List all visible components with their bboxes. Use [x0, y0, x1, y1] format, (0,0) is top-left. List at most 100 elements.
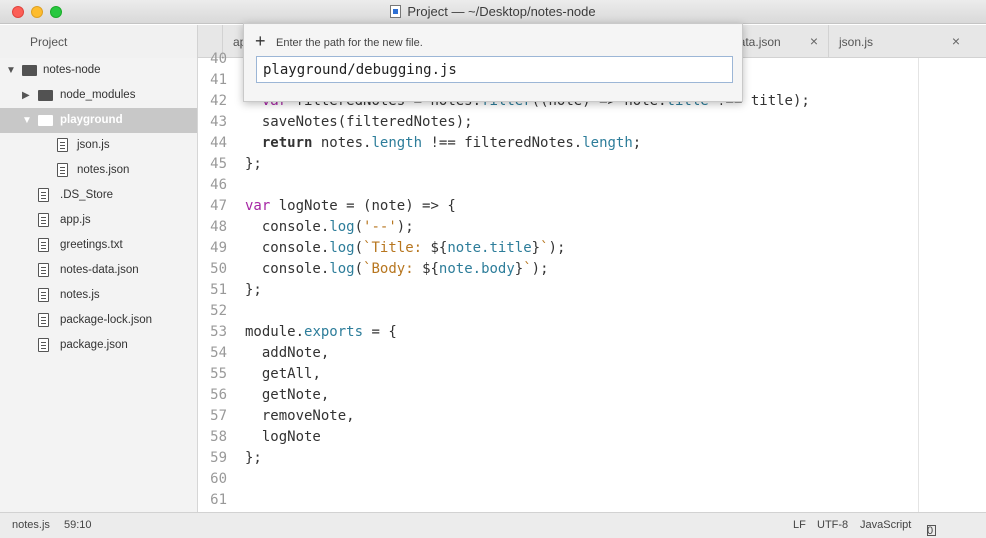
code-line[interactable]: 50 console.log(`Body: ${note.body}`); — [199, 259, 986, 280]
tree-file-notes-js[interactable]: notes.js — [0, 283, 197, 308]
code-line[interactable]: 53 module.exports = { — [199, 322, 986, 343]
code-text[interactable]: return notes.length !== filteredNotes.le… — [245, 133, 641, 154]
code-text[interactable]: logNote — [245, 427, 321, 448]
code-line[interactable]: 48 console.log('--'); — [199, 217, 986, 238]
tab-project[interactable]: Project — [0, 25, 198, 58]
line-number: 60 — [210, 471, 227, 487]
code-line[interactable]: 59}; — [199, 448, 986, 469]
code-line[interactable]: 58 logNote — [199, 427, 986, 448]
tree-folder-playground[interactable]: ▼ playground — [0, 108, 197, 133]
code-text[interactable]: }; — [245, 448, 262, 469]
tree-file-json-js[interactable]: json.js — [0, 133, 197, 158]
folder-icon — [22, 65, 37, 76]
status-encoding[interactable]: UTF-8 — [817, 519, 848, 531]
code-text[interactable]: var logNote = (note) => { — [245, 196, 456, 217]
line-number: 58 — [210, 429, 227, 445]
code-line[interactable]: 56 getNote, — [199, 385, 986, 406]
tree-file-notes-data-json[interactable]: notes-data.json — [0, 258, 197, 283]
code-text[interactable]: addNote, — [245, 343, 329, 364]
code-line[interactable]: 52 — [199, 301, 986, 322]
code-text[interactable]: console.log(`Body: ${note.body}`); — [245, 259, 549, 280]
code-line[interactable]: 47 var logNote = (note) => { — [199, 196, 986, 217]
file-icon — [38, 338, 49, 352]
line-number: 55 — [210, 366, 227, 382]
line-number: 57 — [210, 408, 227, 424]
file-icon — [38, 213, 49, 227]
code-line[interactable]: 44 return notes.length !== filteredNotes… — [199, 133, 986, 154]
chevron-down-icon[interactable]: ▼ — [22, 115, 32, 126]
file-icon — [38, 188, 49, 202]
document-icon — [390, 5, 402, 18]
code-text[interactable]: removeNote, — [245, 406, 355, 427]
tree-file-app-js[interactable]: app.js — [0, 208, 197, 233]
code-line[interactable]: 45}; — [199, 154, 986, 175]
status-file-name[interactable]: notes.js — [12, 519, 50, 531]
code-line[interactable]: 43 saveNotes(filteredNotes); — [199, 112, 986, 133]
line-number: 48 — [210, 219, 227, 235]
line-number: 40 — [210, 51, 227, 67]
line-number: 61 — [210, 492, 227, 508]
new-file-path-input[interactable] — [256, 56, 733, 83]
status-cursor-position[interactable]: 59:10 — [64, 519, 92, 531]
tree-file-package-json[interactable]: package.json — [0, 333, 197, 358]
code-line[interactable]: 57 removeNote, — [199, 406, 986, 427]
window-title: Project — ~/Desktop/notes-node — [0, 4, 986, 19]
code-text[interactable]: getNote, — [245, 385, 329, 406]
status-bar: notes.js 59:10 LF UTF-8 JavaScript 0 fil… — [0, 512, 986, 538]
folder-icon — [38, 90, 53, 101]
line-number: 45 — [210, 156, 227, 172]
line-number: 59 — [210, 450, 227, 466]
tree-folder-node-modules[interactable]: ▶ node_modules — [0, 83, 197, 108]
new-file-prompt: Enter the path for the new file. — [276, 37, 423, 49]
line-number: 47 — [210, 198, 227, 214]
code-editor[interactable]: 4041 var notes = fetchNotes();42 var fil… — [199, 51, 986, 512]
code-text[interactable]: saveNotes(filteredNotes); — [245, 112, 473, 133]
code-line[interactable]: 60 — [199, 469, 986, 490]
file-icon — [38, 313, 49, 327]
code-line[interactable]: 51}; — [199, 280, 986, 301]
line-number: 50 — [210, 261, 227, 277]
line-number: 41 — [210, 72, 227, 88]
tree-file-package-lock-json[interactable]: package-lock.json — [0, 308, 197, 333]
line-number: 54 — [210, 345, 227, 361]
file-icon — [38, 263, 49, 277]
tree-file-greetings-txt[interactable]: greetings.txt — [0, 233, 197, 258]
line-number: 44 — [210, 135, 227, 151]
file-icon — [38, 238, 49, 252]
tree-file-notes-json[interactable]: notes.json — [0, 158, 197, 183]
plus-icon: + — [255, 31, 266, 51]
tree-view[interactable]: ▼ notes-node ▶ node_modules ▼ playground… — [0, 58, 198, 512]
chevron-down-icon[interactable]: ▼ — [6, 65, 16, 76]
code-text[interactable]: console.log('--'); — [245, 217, 414, 238]
line-number: 46 — [210, 177, 227, 193]
file-icon — [38, 288, 49, 302]
line-number: 43 — [210, 114, 227, 130]
line-number: 56 — [210, 387, 227, 403]
title-bar: Project — ~/Desktop/notes-node — [0, 0, 986, 24]
tree-folder-notes-node[interactable]: ▼ notes-node — [0, 58, 197, 83]
line-number: 42 — [210, 93, 227, 109]
code-line[interactable]: 61 — [199, 490, 986, 511]
tree-file-ds-store[interactable]: .DS_Store — [0, 183, 197, 208]
close-icon[interactable]: × — [952, 33, 960, 49]
code-text[interactable]: }; — [245, 280, 262, 301]
code-text[interactable]: getAll, — [245, 364, 321, 385]
line-number: 51 — [210, 282, 227, 298]
status-line-ending[interactable]: LF — [793, 519, 806, 531]
folder-open-icon — [38, 115, 53, 126]
file-icon — [57, 138, 68, 152]
chevron-right-icon[interactable]: ▶ — [22, 90, 30, 101]
code-text[interactable]: }; — [245, 154, 262, 175]
new-file-dialog: + Enter the path for the new file. — [243, 23, 743, 102]
line-number: 52 — [210, 303, 227, 319]
code-line[interactable]: 55 getAll, — [199, 364, 986, 385]
line-number: 53 — [210, 324, 227, 340]
line-number: 49 — [210, 240, 227, 256]
code-text[interactable]: console.log(`Title: ${note.title}`); — [245, 238, 566, 259]
close-icon[interactable]: × — [810, 33, 818, 49]
code-line[interactable]: 46 — [199, 175, 986, 196]
code-line[interactable]: 49 console.log(`Title: ${note.title}`); — [199, 238, 986, 259]
status-grammar[interactable]: JavaScript — [860, 519, 911, 531]
code-text[interactable]: module.exports = { — [245, 322, 397, 343]
code-line[interactable]: 54 addNote, — [199, 343, 986, 364]
